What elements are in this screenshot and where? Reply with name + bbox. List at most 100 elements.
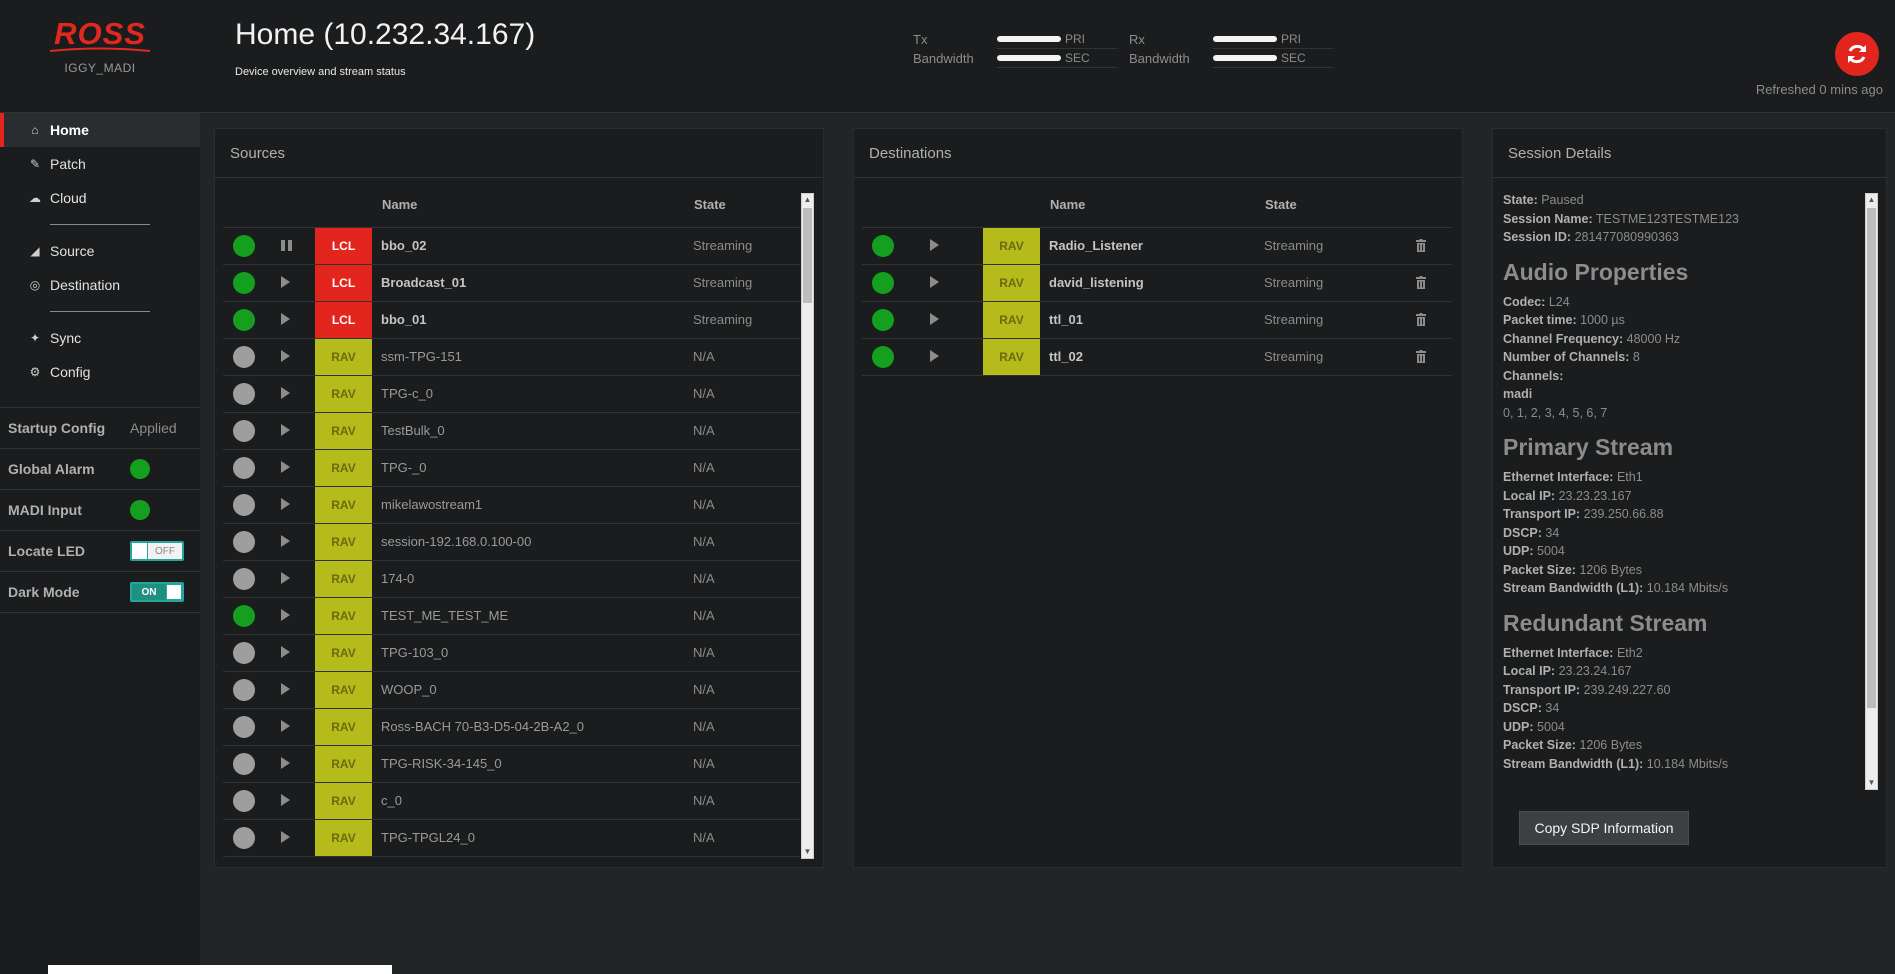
nav-patch[interactable]: ✎ Patch xyxy=(0,147,200,181)
source-row[interactable]: LCL bbo_01 Streaming xyxy=(223,302,800,339)
play-icon[interactable] xyxy=(281,831,290,843)
source-state: N/A xyxy=(693,645,715,660)
source-row[interactable]: RAV TPG-c_0 N/A xyxy=(223,376,800,413)
source-row[interactable]: RAV TPG-103_0 N/A xyxy=(223,635,800,672)
nav-sync[interactable]: ✦ Sync xyxy=(0,321,200,355)
status-indicator xyxy=(233,346,255,368)
play-icon[interactable] xyxy=(281,498,290,510)
redundant-local-ip: Local IP: 23.23.24.167 xyxy=(1503,664,1632,678)
nav-source[interactable]: ◢ Source xyxy=(0,234,200,268)
redundant-udp: UDP: 5004 xyxy=(1503,719,1565,734)
rx-bandwidth-label: Bandwidth xyxy=(1129,51,1190,66)
source-row[interactable]: RAV TPG-TPGL24_0 N/A xyxy=(223,820,800,857)
play-icon[interactable] xyxy=(930,239,939,251)
source-row[interactable]: RAV 174-0 N/A xyxy=(223,561,800,598)
global-alarm-indicator xyxy=(130,459,150,479)
trash-icon[interactable] xyxy=(1416,239,1426,252)
source-name: ssm-TPG-151 xyxy=(381,349,462,364)
sources-title: Sources xyxy=(215,129,823,178)
play-icon[interactable] xyxy=(930,350,939,362)
play-icon[interactable] xyxy=(281,572,290,584)
session-scroll-thumb[interactable] xyxy=(1867,208,1876,708)
nav-home[interactable]: ⌂ Home xyxy=(0,113,200,147)
destination-row[interactable]: RAV ttl_02 Streaming xyxy=(862,339,1452,376)
source-row[interactable]: LCL bbo_02 Streaming xyxy=(223,228,800,265)
type-badge: RAV xyxy=(315,413,372,449)
source-row[interactable]: RAV session-192.168.0.100-00 N/A xyxy=(223,524,800,561)
play-icon[interactable] xyxy=(281,646,290,658)
type-badge: RAV xyxy=(983,265,1040,301)
play-icon[interactable] xyxy=(930,313,939,325)
session-scrollbar[interactable]: ▲ ▼ xyxy=(1865,193,1878,790)
source-row[interactable]: RAV mikelawostream1 N/A xyxy=(223,487,800,524)
startup-config-value: Applied xyxy=(130,420,177,436)
nav-destination-label: Destination xyxy=(50,277,121,293)
play-icon[interactable] xyxy=(281,461,290,473)
nav-cloud[interactable]: ☁ Cloud xyxy=(0,181,200,215)
destination-row[interactable]: RAV Radio_Listener Streaming xyxy=(862,228,1452,265)
trash-icon[interactable] xyxy=(1416,276,1426,289)
primary-eth: Ethernet Interface: Eth1 xyxy=(1503,470,1643,484)
play-icon[interactable] xyxy=(281,535,290,547)
type-badge: RAV xyxy=(315,561,372,597)
session-id: Session ID: 281477080990363 xyxy=(1503,230,1679,244)
source-row[interactable]: RAV TEST_ME_TEST_ME N/A xyxy=(223,598,800,635)
locate-led-toggle[interactable]: OFF xyxy=(130,541,184,561)
destination-row[interactable]: RAV ttl_01 Streaming xyxy=(862,302,1452,339)
nav-source-label: Source xyxy=(50,243,95,259)
play-icon[interactable] xyxy=(281,794,290,806)
brand-block: ROSS IGGY_MADI xyxy=(48,18,152,75)
nav-destination[interactable]: ◎ Destination xyxy=(0,268,200,302)
source-state: N/A xyxy=(693,497,715,512)
destination-state: Streaming xyxy=(1264,275,1324,290)
destination-name: david_listening xyxy=(1049,275,1144,290)
home-icon: ⌂ xyxy=(31,123,39,137)
play-icon[interactable] xyxy=(281,609,290,621)
source-row[interactable]: RAV Ross-BACH 70-B3-D5-04-2B-A2_0 N/A xyxy=(223,709,800,746)
source-name: TestBulk_0 xyxy=(381,423,445,438)
source-state: N/A xyxy=(693,830,715,845)
source-row[interactable]: RAV TPG-RISK-34-145_0 N/A xyxy=(223,746,800,783)
trash-icon[interactable] xyxy=(1416,313,1426,326)
nav-config[interactable]: ⚙ Config xyxy=(0,355,200,389)
source-state: Streaming xyxy=(693,238,753,253)
scroll-down-arrow-icon[interactable]: ▼ xyxy=(1866,777,1877,789)
type-badge: RAV xyxy=(315,709,372,745)
sources-scrollbar[interactable]: ▲ ▼ xyxy=(801,193,814,859)
session-details-panel: Session Details State: Paused Session Na… xyxy=(1492,128,1887,868)
source-row[interactable]: RAV TPG-_0 N/A xyxy=(223,450,800,487)
play-icon[interactable] xyxy=(281,683,290,695)
play-icon[interactable] xyxy=(281,757,290,769)
tx-bandwidth-label: Bandwidth xyxy=(913,51,974,66)
source-state: N/A xyxy=(693,460,715,475)
type-badge: RAV xyxy=(315,339,372,375)
play-icon[interactable] xyxy=(281,424,290,436)
copy-sdp-button[interactable]: Copy SDP Information xyxy=(1519,811,1689,845)
codec: Codec: L24 xyxy=(1503,294,1570,309)
scroll-up-arrow-icon[interactable]: ▲ xyxy=(1866,194,1877,206)
play-icon[interactable] xyxy=(281,720,290,732)
destination-row[interactable]: RAV david_listening Streaming xyxy=(862,265,1452,302)
type-badge: LCL xyxy=(315,265,372,301)
pause-icon[interactable] xyxy=(281,240,292,251)
trash-icon[interactable] xyxy=(1416,350,1426,363)
play-icon[interactable] xyxy=(281,387,290,399)
source-row[interactable]: RAV TestBulk_0 N/A xyxy=(223,413,800,450)
play-icon[interactable] xyxy=(281,313,290,325)
source-row[interactable]: RAV c_0 N/A xyxy=(223,783,800,820)
source-row[interactable]: LCL Broadcast_01 Streaming xyxy=(223,265,800,302)
play-icon[interactable] xyxy=(281,350,290,362)
madi-input-label: MADI Input xyxy=(8,502,82,518)
sources-scroll-thumb[interactable] xyxy=(803,208,812,303)
sidebar: ⌂ Home ✎ Patch ☁ Cloud ◢ Source ◎ Destin… xyxy=(0,113,200,974)
source-row[interactable]: RAV ssm-TPG-151 N/A xyxy=(223,339,800,376)
status-indicator xyxy=(872,235,894,257)
play-icon[interactable] xyxy=(930,276,939,288)
refresh-button[interactable] xyxy=(1835,32,1879,76)
play-icon[interactable] xyxy=(281,276,290,288)
audio-properties-heading: Audio Properties xyxy=(1503,258,1689,285)
source-row[interactable]: RAV WOOP_0 N/A xyxy=(223,672,800,709)
scroll-up-arrow-icon[interactable]: ▲ xyxy=(802,194,813,206)
dark-mode-toggle[interactable]: ON xyxy=(130,582,184,602)
scroll-down-arrow-icon[interactable]: ▼ xyxy=(802,846,813,858)
